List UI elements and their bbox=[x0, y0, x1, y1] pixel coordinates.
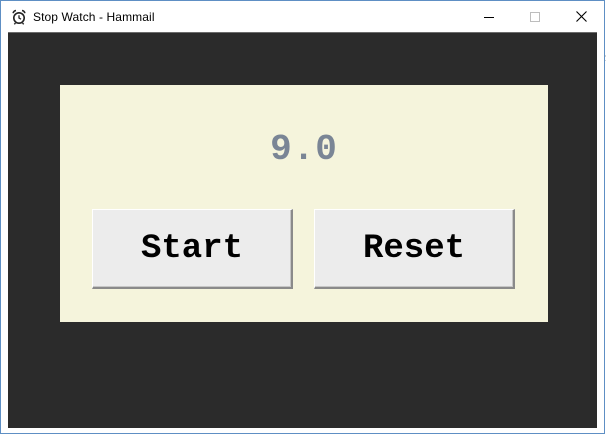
maximize-icon bbox=[530, 11, 540, 22]
window-controls bbox=[466, 1, 604, 32]
stopwatch-panel: 9.0 Start Reset bbox=[60, 85, 548, 322]
window-client-area: 9.0 Start Reset bbox=[8, 32, 597, 428]
window-title: Stop Watch - Hammail bbox=[33, 9, 155, 24]
close-icon bbox=[575, 11, 587, 22]
minimize-button[interactable] bbox=[466, 1, 512, 32]
title-bar[interactable]: Stop Watch - Hammail bbox=[1, 1, 604, 32]
close-button[interactable] bbox=[558, 1, 604, 32]
maximize-button[interactable] bbox=[512, 1, 558, 32]
alarm-clock-icon[interactable] bbox=[11, 9, 27, 25]
app-window: Stop Watch - Hammail 9.0 Start Reset bbox=[0, 0, 605, 434]
start-button[interactable]: Start bbox=[92, 209, 293, 289]
elapsed-time-display: 9.0 bbox=[270, 129, 338, 170]
reset-button[interactable]: Reset bbox=[314, 209, 515, 289]
minimize-icon bbox=[484, 16, 494, 18]
